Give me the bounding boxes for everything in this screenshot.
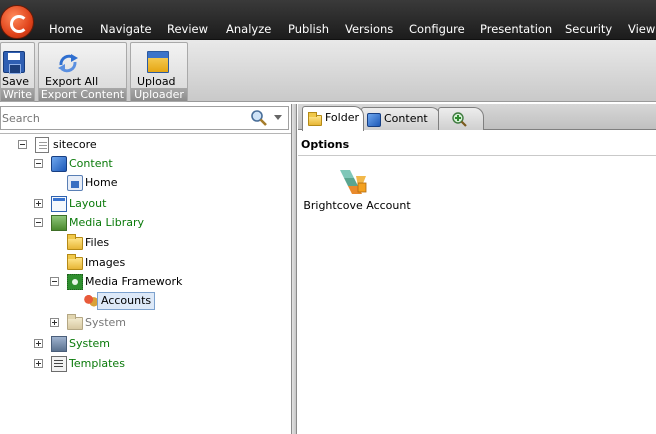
tree-item-images: Images <box>0 254 290 272</box>
tree-label-images[interactable]: Images <box>83 256 127 270</box>
collapse-icon[interactable] <box>50 277 59 286</box>
tree-item-accounts: Accounts <box>0 292 290 310</box>
expand-icon[interactable] <box>34 339 43 348</box>
tree-label-accounts[interactable]: Accounts <box>97 292 156 310</box>
menu-configure[interactable]: Configure <box>409 22 465 36</box>
save-icon <box>3 51 25 74</box>
folder-icon <box>67 254 83 270</box>
tab-folder[interactable]: Folder <box>302 106 364 131</box>
folder-icon <box>308 112 322 126</box>
expand-icon[interactable] <box>34 359 43 368</box>
menu-presentation[interactable]: Presentation <box>480 22 552 36</box>
tree-item-sitecore: sitecore <box>0 136 290 154</box>
export-all-label: Export All <box>45 75 99 88</box>
sitecore-logo-icon[interactable] <box>0 5 34 39</box>
editor-panel: Folder Content Options Brightcove Accoun… <box>298 104 656 434</box>
ribbon: Save Write Export All Export Content Upl… <box>0 40 656 102</box>
upload-label: Upload <box>137 75 176 88</box>
panel-splitter[interactable] <box>292 104 297 434</box>
tree-item-media-library: Media Library <box>0 214 290 232</box>
collapse-icon[interactable] <box>18 140 27 149</box>
search-input[interactable] <box>1 108 241 128</box>
tree-item-files: Files <box>0 234 290 252</box>
menu-review[interactable]: Review <box>167 22 208 36</box>
uploader-group: Upload Uploader <box>130 42 188 102</box>
media-library-icon <box>51 215 67 231</box>
tree-label-templates[interactable]: Templates <box>67 357 127 371</box>
editor-tabstrip: Folder Content <box>298 104 656 131</box>
tree-label-content[interactable]: Content <box>67 157 115 171</box>
layout-icon <box>51 196 67 212</box>
save-label: Save <box>2 75 30 88</box>
panel-divider <box>0 133 291 134</box>
write-group-caption: Write <box>1 88 34 101</box>
export-content-caption: Export Content <box>39 88 126 101</box>
tree-item-content: Content <box>0 155 290 173</box>
menu-security[interactable]: Security <box>565 22 612 36</box>
tab-add[interactable] <box>438 107 484 130</box>
tree-label-media-framework[interactable]: Media Framework <box>83 275 184 289</box>
tree-item-system: System <box>0 335 290 353</box>
options-divider <box>298 155 656 156</box>
tree-label-system-sub[interactable]: System <box>83 316 128 330</box>
folder-icon <box>67 234 83 250</box>
search-icon[interactable] <box>249 109 269 127</box>
menu-home[interactable]: Home <box>49 22 83 36</box>
tree-label-layout[interactable]: Layout <box>67 197 108 211</box>
templates-icon <box>51 356 67 372</box>
menu-navigate[interactable]: Navigate <box>100 22 152 36</box>
tab-folder-label: Folder <box>325 111 359 124</box>
export-all-button[interactable]: Export All <box>41 46 101 88</box>
options-title: Options <box>301 138 350 151</box>
home-icon <box>67 175 83 191</box>
expand-icon[interactable] <box>34 199 43 208</box>
collapse-icon[interactable] <box>34 218 43 227</box>
add-tab-icon <box>452 112 467 127</box>
tree-label-system[interactable]: System <box>67 337 112 351</box>
tree-item-templates: Templates <box>0 355 290 373</box>
menu-versions[interactable]: Versions <box>345 22 393 36</box>
export-content-group: Export All Export Content <box>38 42 127 102</box>
tree-label-media-library[interactable]: Media Library <box>67 216 146 230</box>
upload-icon <box>147 51 169 73</box>
content-icon <box>367 113 381 127</box>
expand-icon[interactable] <box>50 318 59 327</box>
tree-label-files[interactable]: Files <box>83 236 111 250</box>
media-framework-icon <box>67 274 83 290</box>
sitecore-root-icon <box>35 137 49 153</box>
brightcove-account-label: Brightcove Account <box>303 199 411 212</box>
tab-content[interactable]: Content <box>361 107 441 130</box>
tree-item-layout: Layout <box>0 195 290 213</box>
brightcove-account-option[interactable]: Brightcove Account <box>302 166 412 216</box>
upload-button[interactable]: Upload <box>133 46 185 88</box>
top-menu-bar: Home Navigate Review Analyze Publish Ver… <box>0 0 656 40</box>
export-all-icon <box>58 54 78 73</box>
tree-item-media-framework: Media Framework <box>0 273 290 291</box>
write-group: Save Write <box>0 42 35 102</box>
menu-analyze[interactable]: Analyze <box>226 22 271 36</box>
tree-label-home[interactable]: Home <box>83 176 119 190</box>
uploader-caption: Uploader <box>131 88 187 101</box>
search-dropdown-icon[interactable] <box>274 115 282 120</box>
folder-icon <box>67 314 83 330</box>
tab-content-label: Content <box>384 112 428 125</box>
save-button[interactable]: Save <box>1 46 34 88</box>
menu-publish[interactable]: Publish <box>288 22 329 36</box>
tree-item-home: Home <box>0 174 290 192</box>
collapse-icon[interactable] <box>34 159 43 168</box>
brightcove-account-icon <box>340 170 367 194</box>
content-tree-panel: sitecore Content Home Layout Media Libra… <box>0 104 292 434</box>
menu-view[interactable]: View <box>628 22 655 36</box>
search-box <box>0 106 289 130</box>
content-icon <box>51 156 67 172</box>
system-icon <box>51 336 67 352</box>
tree-item-system-sub: System <box>0 314 290 332</box>
tree-label-sitecore[interactable]: sitecore <box>51 138 99 152</box>
